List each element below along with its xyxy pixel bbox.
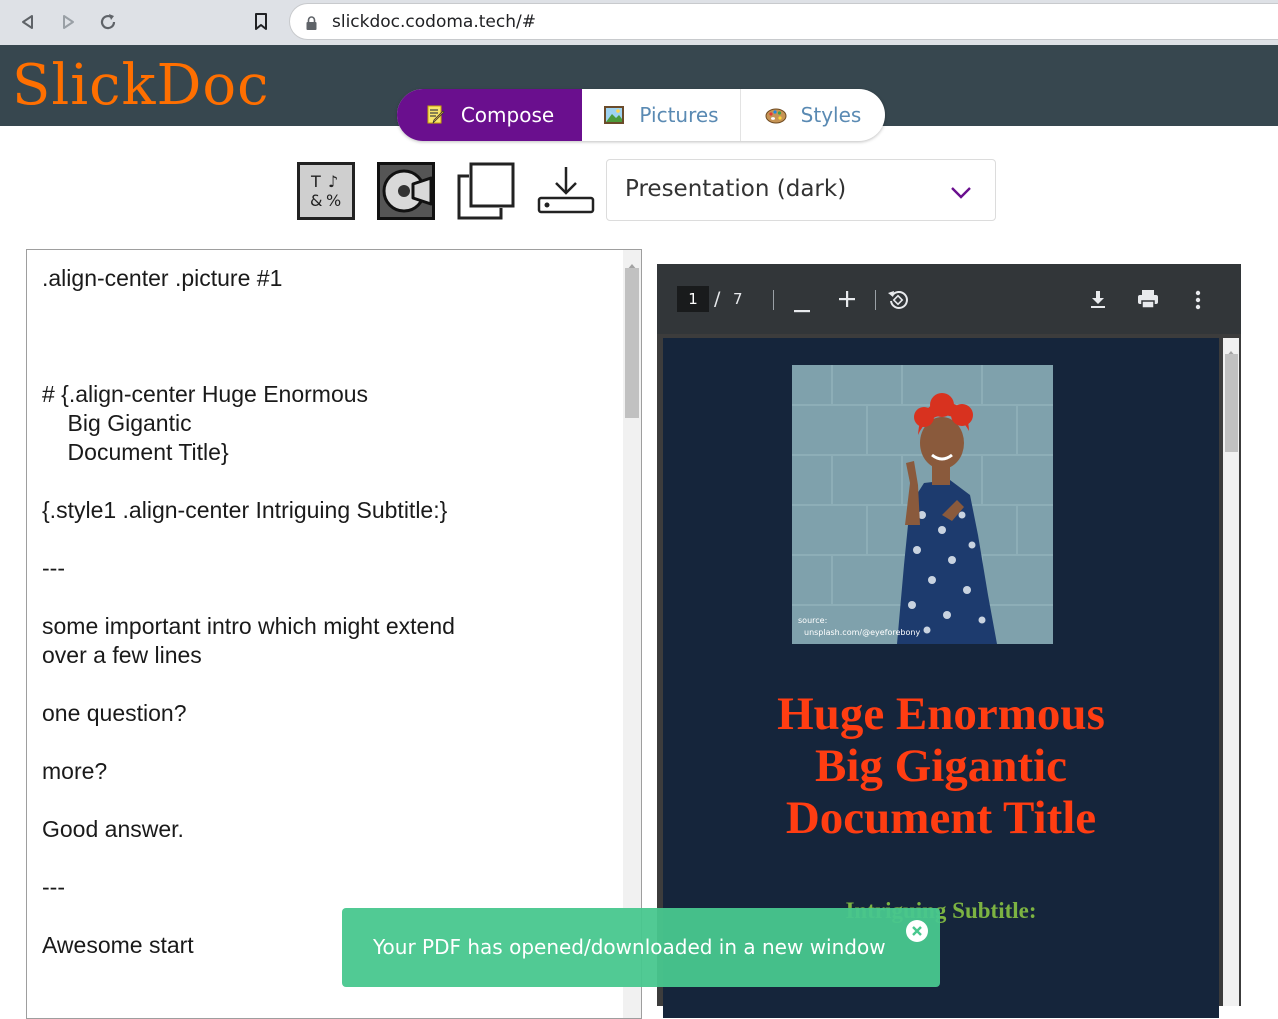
framed-picture-icon — [603, 104, 625, 126]
more-options-icon[interactable] — [1195, 290, 1201, 314]
editor-scroll-thumb[interactable] — [625, 268, 639, 418]
svg-text:♪: ♪ — [328, 172, 338, 191]
svg-text:&: & — [310, 191, 322, 210]
markdown-editor[interactable]: .align-center .picture #1 # {.align-cent… — [26, 249, 642, 1019]
text-symbols-icon: T ♪ & % — [297, 162, 355, 220]
pdf-title-line: Document Title — [785, 792, 1097, 844]
svg-text:%: % — [326, 191, 341, 210]
lock-icon — [306, 15, 317, 34]
pdf-document-title: Huge Enormous Big Gigantic Document Titl… — [663, 688, 1219, 844]
print-icon[interactable] — [1137, 289, 1159, 313]
copy-button[interactable] — [457, 162, 515, 220]
copy-icon — [457, 162, 515, 220]
tab-pictures-label: Pictures — [639, 103, 719, 127]
browser-toolbar: slickdoc.codoma.tech/# — [0, 0, 1278, 45]
disc-button[interactable] — [377, 162, 435, 220]
tab-pictures[interactable]: Pictures — [582, 89, 741, 141]
portrait-photo-art: source: unsplash.com/@eyeforebony — [792, 365, 1053, 644]
address-bar[interactable]: slickdoc.codoma.tech/# — [289, 3, 1278, 40]
bookmark-icon[interactable] — [249, 10, 273, 34]
pdf-viewer: 1 / 7 source: unsplash.com/@eyeforebony … — [657, 264, 1241, 1018]
artist-palette-icon — [765, 104, 787, 126]
pdf-page-input[interactable]: 1 — [677, 286, 709, 312]
toast-message: Your PDF has opened/downloaded in a new … — [373, 935, 886, 959]
reload-icon[interactable] — [96, 10, 120, 34]
download-button[interactable] — [537, 162, 595, 220]
zoom-out-icon[interactable] — [794, 298, 810, 317]
tab-compose-label: Compose — [460, 103, 555, 127]
back-icon[interactable] — [16, 10, 40, 34]
forward-icon[interactable] — [56, 10, 80, 34]
portrait-photo: source: unsplash.com/@eyeforebony — [792, 365, 1053, 644]
url-text: slickdoc.codoma.tech/# — [332, 12, 536, 32]
photo-credit-source: unsplash.com/@eyeforebony — [804, 628, 920, 637]
tab-compose[interactable]: Compose — [397, 89, 582, 141]
pdf-scrollbar[interactable] — [1223, 338, 1239, 1006]
tab-styles[interactable]: Styles — [741, 89, 885, 141]
pdf-scroll-thumb[interactable] — [1225, 354, 1238, 452]
close-icon — [912, 926, 922, 936]
pdf-toolbar: 1 / 7 — [657, 264, 1241, 334]
zoom-in-icon[interactable] — [839, 291, 855, 311]
tab-styles-label: Styles — [800, 103, 862, 127]
mode-tabs: Compose Pictures Styles — [397, 89, 885, 141]
photo-credit-label: source: — [798, 616, 827, 625]
svg-text:T: T — [310, 172, 321, 191]
app-logo[interactable]: SlickDoc — [12, 53, 269, 119]
style-select[interactable]: Presentation (dark) — [606, 159, 996, 221]
text-symbols-button[interactable]: T ♪ & % — [297, 162, 355, 220]
editor-content[interactable]: .align-center .picture #1 # {.align-cent… — [42, 264, 622, 960]
style-select-value: Presentation (dark) — [625, 176, 847, 202]
pdf-title-line: Big Gigantic — [815, 740, 1067, 792]
pdf-title-line: Huge Enormous — [777, 688, 1105, 740]
pdf-download-icon[interactable] — [1088, 289, 1108, 313]
toolbar-divider — [773, 290, 774, 310]
pdf-total-pages: 7 — [733, 290, 743, 308]
close-toast-button[interactable] — [906, 920, 928, 942]
chevron-down-icon — [950, 185, 972, 204]
disc-icon — [377, 162, 435, 220]
memo-pencil-icon — [425, 104, 447, 126]
toolbar-divider — [875, 290, 876, 310]
download-tray-icon — [537, 167, 595, 214]
editor-scrollbar[interactable] — [623, 250, 641, 1018]
rotate-icon[interactable] — [887, 288, 909, 314]
notification-toast: Your PDF has opened/downloaded in a new … — [342, 908, 940, 987]
pdf-page-separator: / — [714, 288, 721, 310]
